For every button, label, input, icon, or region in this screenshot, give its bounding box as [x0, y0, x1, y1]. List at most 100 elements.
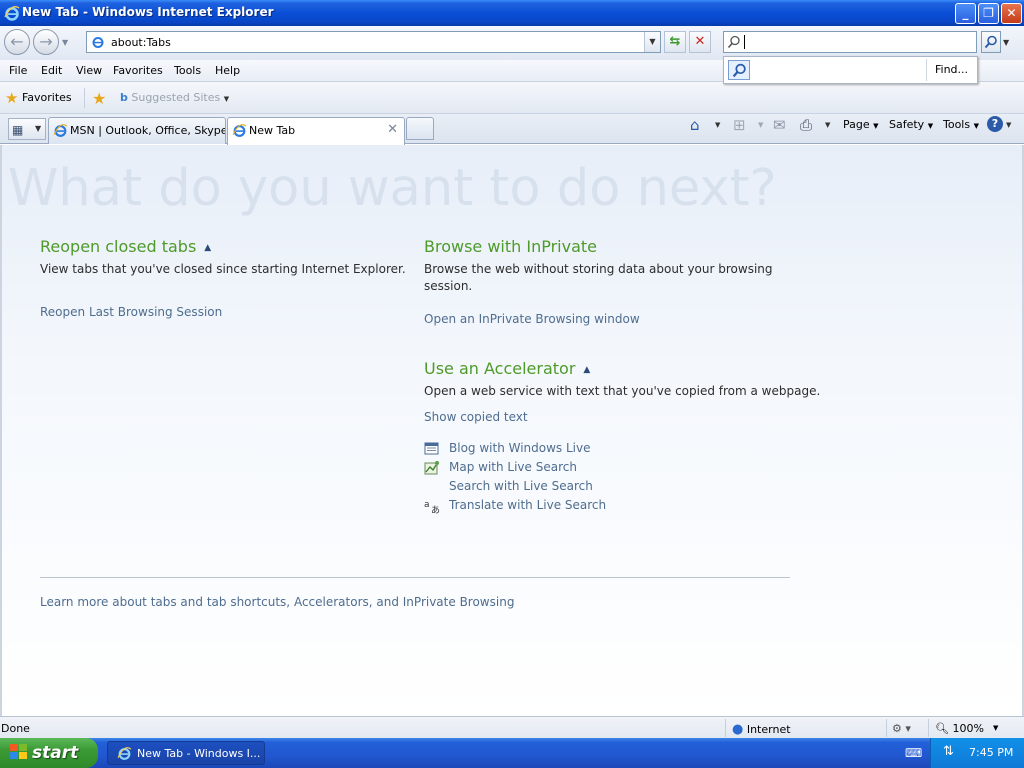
- tab-msn[interactable]: MSN | Outlook, Office, Skype...: [48, 117, 226, 144]
- search-input[interactable]: [723, 31, 977, 53]
- zoom-icon: 🔍︎: [935, 722, 949, 735]
- title-bar[interactable]: New Tab - Windows Internet Explorer _ ❐ …: [0, 0, 1024, 26]
- accelerator-title[interactable]: Use an Accelerator ▲: [424, 359, 590, 378]
- protected-mode-icon[interactable]: ⚙ ▾: [892, 722, 911, 735]
- restore-button[interactable]: ❐: [978, 3, 999, 24]
- tab-list-dropdown[interactable]: ▼: [35, 124, 41, 133]
- collapse-chevron-icon[interactable]: ▲: [583, 365, 590, 375]
- accelerator-label: Translate with Live Search: [449, 498, 607, 512]
- address-input[interactable]: about:Tabs: [111, 36, 171, 49]
- search-provider-button[interactable]: [728, 60, 750, 80]
- taskbar-item-ie[interactable]: New Tab - Windows I...: [107, 741, 265, 765]
- clock: 7:45 PM: [969, 746, 1014, 759]
- learn-more-link[interactable]: Learn more about tabs and tab shortcuts,…: [40, 595, 514, 609]
- window-title: New Tab - Windows Internet Explorer: [22, 5, 274, 19]
- print-icon[interactable]: ⎙: [800, 116, 812, 134]
- status-bar: Done ● Internet ⚙ ▾ 🔍︎ 100% ▼: [0, 716, 1024, 738]
- close-button[interactable]: ✕: [1001, 3, 1022, 24]
- taskbar: start New Tab - Windows I... ⌨ ⇅ 7:45 PM: [0, 738, 1024, 768]
- feeds-dropdown[interactable]: ▼: [758, 121, 763, 129]
- chevron-down-icon: ▼: [873, 122, 879, 130]
- zoom-level-button[interactable]: 🔍︎ 100%: [935, 722, 984, 735]
- help-icon[interactable]: ?: [987, 116, 1003, 132]
- help-dropdown[interactable]: ▼: [1006, 121, 1011, 129]
- windows-logo-icon: [10, 744, 28, 764]
- ie-logo-icon: [117, 747, 132, 760]
- security-zone[interactable]: ● Internet: [732, 722, 791, 737]
- stop-icon: ✕: [694, 34, 706, 49]
- open-inprivate-window-link[interactable]: Open an InPrivate Browsing window: [424, 312, 640, 326]
- status-separator: [928, 719, 929, 737]
- blog-icon: [424, 442, 439, 455]
- new-tab-button[interactable]: [406, 117, 434, 140]
- reopen-closed-tabs-title[interactable]: Reopen closed tabs ▲: [40, 237, 211, 256]
- map-icon: [424, 461, 439, 475]
- tab-label: MSN | Outlook, Office, Skype...: [70, 124, 226, 137]
- minimize-button[interactable]: _: [955, 3, 976, 24]
- start-label: start: [32, 743, 79, 763]
- add-to-favorites-bar-icon[interactable]: ★: [92, 89, 106, 108]
- status-separator: [886, 719, 887, 737]
- favorites-button[interactable]: ★ Favorites: [5, 89, 72, 109]
- new-tab-page: What do you want to do next? Reopen clos…: [0, 145, 1024, 716]
- forward-arrow-icon: →: [39, 32, 53, 51]
- translate-icon: a あ: [424, 500, 440, 514]
- menu-help[interactable]: Help: [215, 64, 240, 77]
- recent-pages-dropdown[interactable]: ▼: [62, 38, 68, 47]
- favorites-label: Favorites: [21, 91, 72, 104]
- show-copied-text-link[interactable]: Show copied text: [424, 410, 528, 424]
- accelerator-label: Search with Live Search: [449, 479, 593, 493]
- accelerator-label: Blog with Windows Live: [449, 441, 591, 455]
- taskbar-item-label: New Tab - Windows I...: [137, 747, 261, 760]
- print-dropdown[interactable]: ▼: [825, 121, 830, 129]
- favorites-separator: [84, 88, 85, 108]
- accelerator-description: Open a web service with text that you've…: [424, 384, 821, 398]
- reopen-closed-tabs-description: View tabs that you've closed since start…: [40, 262, 406, 276]
- network-icon[interactable]: ⇅: [943, 744, 954, 759]
- text-caret: [744, 35, 745, 49]
- home-icon[interactable]: ⌂: [690, 116, 700, 134]
- tab-new-tab[interactable]: New Tab ✕: [227, 117, 405, 145]
- zone-label: Internet: [746, 723, 791, 736]
- page-menu-label: Page: [843, 118, 870, 131]
- find-on-page-button[interactable]: Find...: [935, 63, 968, 76]
- collapse-chevron-icon[interactable]: ▲: [204, 243, 211, 253]
- keyboard-icon[interactable]: ⌨: [905, 746, 922, 760]
- menu-edit[interactable]: Edit: [41, 64, 62, 77]
- status-text: Done: [1, 722, 30, 735]
- search-icon: [732, 63, 746, 78]
- tools-menu-button[interactable]: Tools ▼: [943, 118, 979, 131]
- menu-favorites[interactable]: Favorites: [113, 64, 163, 77]
- address-bar[interactable]: about:Tabs ▼: [86, 31, 661, 53]
- search-button[interactable]: [981, 31, 1001, 53]
- svg-text:あ: あ: [431, 505, 440, 514]
- home-dropdown[interactable]: ▼: [715, 121, 720, 129]
- back-button[interactable]: ←: [4, 29, 30, 55]
- menu-file[interactable]: File: [9, 64, 27, 77]
- suggested-sites-label: Suggested Sites: [131, 91, 221, 104]
- feeds-icon[interactable]: ⊞: [733, 116, 746, 134]
- ie-page-icon: [232, 124, 247, 137]
- content-divider: [40, 577, 790, 578]
- read-mail-icon[interactable]: ✉: [773, 116, 786, 134]
- stop-button[interactable]: ✕: [689, 31, 711, 53]
- zoom-dropdown[interactable]: ▼: [993, 724, 998, 732]
- safety-menu-label: Safety: [889, 118, 925, 131]
- menu-tools[interactable]: Tools: [174, 64, 201, 77]
- page-menu-button[interactable]: Page ▼: [843, 118, 879, 131]
- reopen-last-session-link[interactable]: Reopen Last Browsing Session: [40, 305, 222, 319]
- search-options-dropdown[interactable]: ▼: [1003, 38, 1009, 47]
- menu-view[interactable]: View: [76, 64, 102, 77]
- address-dropdown[interactable]: ▼: [644, 32, 660, 52]
- forward-button[interactable]: →: [33, 29, 59, 55]
- close-tab-icon[interactable]: ✕: [387, 122, 398, 137]
- suggested-sites-button[interactable]: b Suggested Sites ▼: [120, 91, 229, 104]
- tab-label: New Tab: [249, 124, 296, 137]
- start-button[interactable]: start: [0, 738, 98, 768]
- accelerator-label: Map with Live Search: [449, 460, 577, 474]
- refresh-button[interactable]: ⇆: [664, 31, 686, 53]
- quick-tabs-button[interactable]: ▦ ▼: [8, 118, 46, 140]
- safety-menu-button[interactable]: Safety ▼: [889, 118, 933, 131]
- globe-icon: ●: [732, 722, 744, 737]
- chevron-down-icon: ▼: [927, 122, 934, 130]
